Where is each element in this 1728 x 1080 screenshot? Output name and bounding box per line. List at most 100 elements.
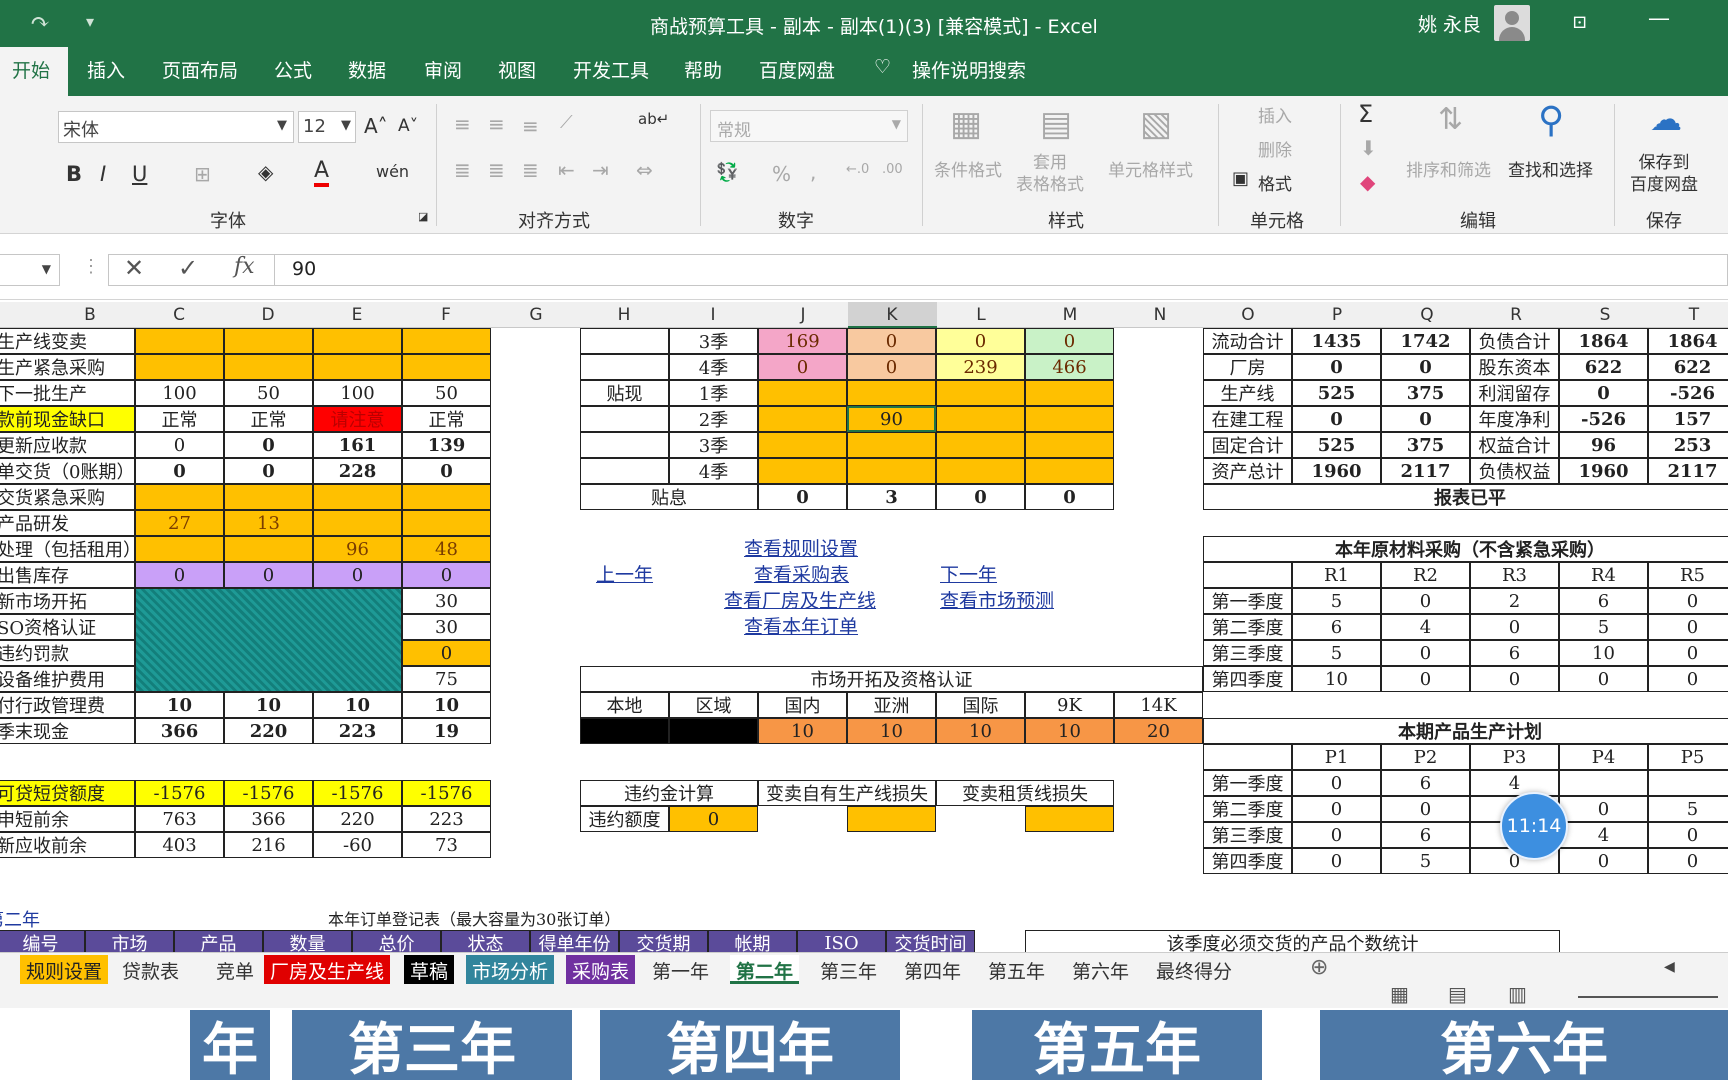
discount-cell[interactable] [936, 432, 1025, 458]
market-value[interactable]: 20 [1114, 718, 1203, 744]
chevron-down-icon[interactable]: ▼ [277, 118, 287, 133]
balance-status[interactable]: 报表已平 [1203, 484, 1728, 510]
balance-value[interactable]: 253 [1648, 432, 1728, 458]
tab-data[interactable]: 数据 [348, 56, 386, 83]
value-cell[interactable]: 13 [224, 510, 313, 536]
name-box[interactable]: ▼ [0, 254, 60, 286]
number-format-box[interactable]: 常规 ▼ [710, 110, 908, 142]
tell-me-search[interactable]: 操作说明搜索 [912, 56, 1026, 83]
decrease-decimal-icon[interactable]: .00 [882, 162, 903, 177]
corner-cell[interactable] [1203, 562, 1292, 588]
quarter-label[interactable]: 第一季度 [1203, 588, 1292, 614]
page-layout-view-icon[interactable]: ▤ [1448, 982, 1467, 1006]
value-cell[interactable] [1025, 806, 1114, 832]
market-value[interactable]: 10 [758, 718, 847, 744]
materials-header[interactable]: R1 [1292, 562, 1381, 588]
grow-font-icon[interactable]: A˄ [364, 114, 388, 138]
ribbon-display-icon[interactable]: ⊡ [1572, 12, 1587, 33]
value-cell[interactable]: 0 [135, 432, 224, 458]
materials-title[interactable]: 本年原材料采购（不含紧急采购） [1203, 536, 1728, 562]
production-value[interactable]: 6 [1381, 822, 1470, 848]
col-header[interactable]: T [1689, 305, 1699, 325]
market-value[interactable] [580, 718, 669, 744]
cancel-icon[interactable]: ✕ [124, 254, 144, 282]
tab-insert[interactable]: 插入 [87, 56, 125, 83]
increase-decimal-icon[interactable]: ←.0 [846, 162, 869, 177]
sell-own-label[interactable]: 变卖自有生产线损失 [758, 780, 936, 806]
discount-label[interactable] [580, 354, 669, 380]
balance-value[interactable]: 1960 [1292, 458, 1381, 484]
quarter-label[interactable]: 第四季度 [1203, 666, 1292, 692]
fill-color-icon[interactable]: ◈ [258, 160, 273, 184]
discount-cell[interactable] [847, 458, 936, 484]
link-prev-year[interactable]: 上一年 [596, 560, 653, 587]
production-value[interactable]: 4 [1470, 770, 1559, 796]
materials-value[interactable]: 0 [1381, 666, 1470, 692]
sheet-tab[interactable]: 第六年 [1066, 955, 1135, 984]
production-value[interactable]: 0 [1292, 796, 1381, 822]
link-rules[interactable]: 查看规则设置 [744, 534, 858, 561]
dialog-launcher-icon[interactable]: ◪ [418, 210, 428, 223]
production-value[interactable]: 0 [1559, 848, 1648, 874]
discount-cell[interactable] [1025, 380, 1114, 406]
row-label[interactable]: 款前现金缺口 [0, 406, 135, 432]
value-cell[interactable]: 75 [402, 666, 491, 692]
value-cell[interactable] [402, 484, 491, 510]
balance-value[interactable]: 1435 [1292, 328, 1381, 354]
row-label[interactable]: 新市场开拓 [0, 588, 135, 614]
interest-label[interactable]: 贴息 [580, 484, 758, 510]
value-cell[interactable]: 139 [402, 432, 491, 458]
tab-view[interactable]: 视图 [498, 56, 536, 83]
value-cell[interactable]: 10 [313, 692, 402, 718]
value-cell[interactable]: 228 [313, 458, 402, 484]
shrink-font-icon[interactable]: A˅ [398, 116, 418, 136]
page-break-view-icon[interactable]: ▥ [1508, 982, 1527, 1006]
normal-view-icon[interactable]: ▦ [1390, 982, 1409, 1006]
discount-cell[interactable] [936, 458, 1025, 484]
tab-developer[interactable]: 开发工具 [573, 56, 649, 83]
row-label[interactable]: 季末现金 [0, 718, 135, 744]
value-cell[interactable]: -60 [313, 832, 402, 858]
balance-value[interactable]: 375 [1381, 432, 1470, 458]
decrease-indent-icon[interactable]: ⇤ [558, 158, 575, 182]
increase-indent-icon[interactable]: ⇥ [592, 158, 609, 182]
penalty-title[interactable]: 违约金计算 [580, 780, 758, 806]
value-cell[interactable]: 100 [135, 380, 224, 406]
production-value[interactable]: 4 [1559, 822, 1648, 848]
balance-value[interactable]: -526 [1648, 380, 1728, 406]
materials-value[interactable]: 5 [1559, 614, 1648, 640]
materials-value[interactable]: 0 [1381, 640, 1470, 666]
minimize-icon[interactable]: — [1648, 6, 1670, 31]
merge-icon[interactable]: ⇔ [636, 158, 653, 182]
balance-value[interactable]: 375 [1381, 380, 1470, 406]
tab-page-layout[interactable]: 页面布局 [162, 56, 238, 83]
value-cell[interactable]: 30 [402, 588, 491, 614]
market-header[interactable]: 国际 [936, 692, 1025, 718]
production-value[interactable]: 0 [1381, 796, 1470, 822]
value-cell[interactable]: 0 [224, 562, 313, 588]
sort-filter-icon[interactable]: ⇅ [1438, 102, 1463, 137]
balance-value[interactable]: 525 [1292, 432, 1381, 458]
value-cell[interactable]: 0 [224, 458, 313, 484]
market-value[interactable]: 10 [1025, 718, 1114, 744]
row-label[interactable]: 新应收前余 [0, 832, 135, 858]
col-header[interactable]: I [710, 305, 715, 325]
value-cell[interactable] [402, 354, 491, 380]
row-label[interactable]: 申短前余 [0, 806, 135, 832]
balance-value[interactable]: -526 [1559, 406, 1648, 432]
balance-label[interactable]: 生产线 [1203, 380, 1292, 406]
add-sheet-icon[interactable]: ⊕ [1310, 955, 1328, 980]
value-cell[interactable] [135, 484, 224, 510]
discount-cell[interactable]: 0 [847, 354, 936, 380]
balance-value[interactable]: 1742 [1381, 328, 1470, 354]
row-label[interactable]: 可贷短贷额度 [0, 780, 135, 806]
col-header[interactable]: K [886, 305, 897, 325]
discount-cell[interactable] [847, 432, 936, 458]
balance-value[interactable]: 1864 [1648, 328, 1728, 354]
discount-cell[interactable]: 0 [847, 328, 936, 354]
tab-review[interactable]: 审阅 [424, 56, 462, 83]
materials-header[interactable]: R3 [1470, 562, 1559, 588]
align-bottom-icon[interactable]: ≡ [522, 114, 539, 138]
materials-value[interactable]: 0 [1381, 588, 1470, 614]
row-label[interactable]: 付行政管理费 [0, 692, 135, 718]
